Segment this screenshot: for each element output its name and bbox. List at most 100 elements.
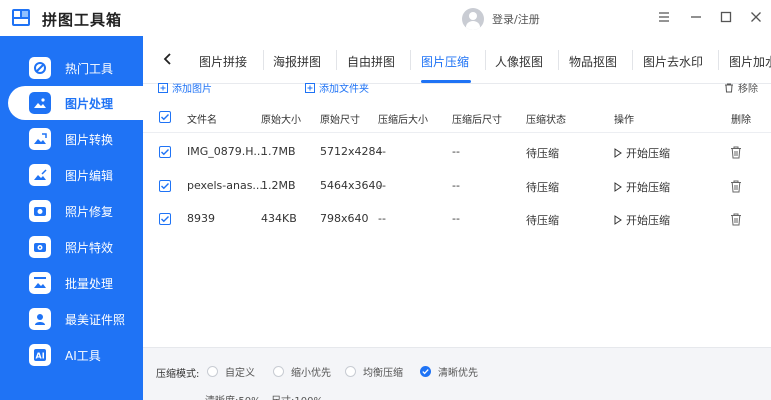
image-edit-icon xyxy=(29,164,51,186)
compression-settings-panel: 压缩模式: 自定义 缩小优先 均衡压缩 清晰优先 清晰度:50% 尺寸:100% xyxy=(143,347,771,400)
add-image-icon xyxy=(158,82,168,93)
header-divider xyxy=(143,132,771,133)
tab-divider xyxy=(485,50,486,70)
radio-label: 均衡压缩 xyxy=(363,368,403,379)
header-compressed-size: 压缩后大小 xyxy=(378,115,428,126)
play-icon xyxy=(614,215,622,225)
login-button[interactable]: 登录/注册 xyxy=(462,7,540,31)
sidebar-item-image-convert[interactable]: 图片转换 xyxy=(8,122,143,156)
tab-object-cutout[interactable]: 物品抠图 xyxy=(569,53,617,70)
close-icon xyxy=(751,12,761,22)
photo-effect-icon xyxy=(29,236,51,258)
remove-button[interactable]: 移除 xyxy=(724,80,758,95)
tab-remove-watermark[interactable]: 图片去水印 xyxy=(643,53,703,70)
sidebar-item-hot-tools[interactable]: 热门工具 xyxy=(8,51,143,85)
avatar-icon xyxy=(462,8,484,30)
sidebar-item-label: 批量处理 xyxy=(65,276,114,291)
tab-poster-collage[interactable]: 海报拼图 xyxy=(273,53,321,70)
row-filename: IMG_0879.H... xyxy=(187,145,264,158)
close-button[interactable] xyxy=(748,9,764,25)
sidebar-item-id-photo[interactable]: 最美证件照 xyxy=(8,302,143,336)
active-tab-indicator xyxy=(421,80,471,83)
row-filename: pexels-anas... xyxy=(187,179,263,192)
sidebar-item-photo-repair[interactable]: 照片修复 xyxy=(8,194,143,228)
tab-divider xyxy=(263,50,264,70)
row-checkbox[interactable] xyxy=(159,146,171,158)
menu-button[interactable] xyxy=(656,9,672,25)
minimize-icon xyxy=(691,16,701,18)
header-action: 操作 xyxy=(614,115,634,126)
row-original-size: 1.7MB xyxy=(261,145,296,158)
tab-portrait-cutout[interactable]: 人像抠图 xyxy=(495,53,543,70)
tab-image-compress[interactable]: 图片压缩 xyxy=(421,53,469,70)
back-arrow-icon[interactable] xyxy=(161,51,175,67)
row-original-dims: 798x640 xyxy=(320,212,369,225)
tab-bar: 图片拼接 海报拼图 自由拼图 图片压缩 人像抠图 物品抠图 图片去水印 图片加水 xyxy=(143,36,771,84)
radio-label: 自定义 xyxy=(225,368,255,379)
check-icon xyxy=(161,216,170,223)
add-folder-button[interactable]: 添加文件夹 xyxy=(305,80,369,95)
play-icon xyxy=(614,148,622,158)
tab-divider xyxy=(410,50,411,70)
delete-row-icon[interactable] xyxy=(730,146,742,159)
app-logo-icon xyxy=(12,9,30,26)
header-delete: 删除 xyxy=(731,115,751,126)
tab-add-watermark[interactable]: 图片加水 xyxy=(729,53,771,70)
sidebar-item-ai-tools[interactable]: AI AI工具 xyxy=(8,338,143,372)
sidebar-item-image-process[interactable]: 图片处理 xyxy=(8,86,143,120)
row-checkbox[interactable] xyxy=(159,180,171,192)
id-photo-icon xyxy=(29,308,51,330)
add-image-label: 添加图片 xyxy=(172,84,212,95)
start-compress-button[interactable]: 开始压缩 xyxy=(614,212,670,228)
mode-shrink-radio[interactable]: 缩小优先 xyxy=(273,364,331,379)
tab-divider xyxy=(558,50,559,70)
hot-tools-icon xyxy=(29,57,51,79)
start-compress-label: 开始压缩 xyxy=(626,214,670,227)
tab-free-collage[interactable]: 自由拼图 xyxy=(347,53,395,70)
row-compressed-size: -- xyxy=(378,212,386,225)
size-value: 尺寸:100% xyxy=(271,392,323,400)
start-compress-button[interactable]: 开始压缩 xyxy=(614,179,670,195)
row-compressed-size: -- xyxy=(378,145,386,158)
maximize-button[interactable] xyxy=(718,9,734,25)
row-status: 待压缩 xyxy=(526,147,559,160)
add-image-button[interactable]: 添加图片 xyxy=(158,80,212,95)
trash-icon xyxy=(725,83,733,92)
radio-circle xyxy=(345,366,356,377)
mode-balanced-radio[interactable]: 均衡压缩 xyxy=(345,364,403,379)
image-convert-icon xyxy=(29,128,51,150)
play-icon xyxy=(614,182,622,192)
mode-custom-radio[interactable]: 自定义 xyxy=(207,364,255,379)
sidebar-item-photo-effect[interactable]: 照片特效 xyxy=(8,230,143,264)
menu-icon xyxy=(659,12,669,22)
sidebar-item-image-edit[interactable]: 图片编辑 xyxy=(8,158,143,192)
start-compress-button[interactable]: 开始压缩 xyxy=(614,145,670,161)
tab-divider xyxy=(718,50,719,70)
header-compressed-dims: 压缩后尺寸 xyxy=(452,115,502,126)
tab-image-stitch[interactable]: 图片拼接 xyxy=(199,53,247,70)
sidebar-item-label: 图片处理 xyxy=(65,96,114,111)
sidebar-item-label: 照片特效 xyxy=(65,240,114,255)
maximize-icon xyxy=(720,11,732,23)
delete-row-icon[interactable] xyxy=(730,213,742,226)
sidebar: 热门工具 图片处理 图片转换 图片编辑 照片修复 照片特效 批量处理 最美证件照… xyxy=(0,36,143,400)
remove-label: 移除 xyxy=(738,84,758,95)
photo-repair-icon xyxy=(29,200,51,222)
check-icon xyxy=(161,114,170,121)
tab-divider xyxy=(632,50,633,70)
header-status: 压缩状态 xyxy=(526,115,566,126)
delete-row-icon[interactable] xyxy=(730,180,742,193)
sidebar-item-label: 照片修复 xyxy=(65,204,114,219)
sidebar-item-label: 最美证件照 xyxy=(65,312,126,327)
sidebar-item-batch[interactable]: 批量处理 xyxy=(8,266,143,300)
radio-circle xyxy=(207,366,218,377)
radio-checked-icon xyxy=(420,366,431,377)
minimize-button[interactable] xyxy=(688,9,704,25)
row-status: 待压缩 xyxy=(526,181,559,194)
row-checkbox[interactable] xyxy=(159,213,171,225)
check-icon xyxy=(161,183,170,190)
tab-divider xyxy=(336,50,337,70)
select-all-checkbox[interactable] xyxy=(159,111,171,123)
row-original-size: 434KB xyxy=(261,212,297,225)
mode-clarity-radio[interactable]: 清晰优先 xyxy=(420,364,478,379)
